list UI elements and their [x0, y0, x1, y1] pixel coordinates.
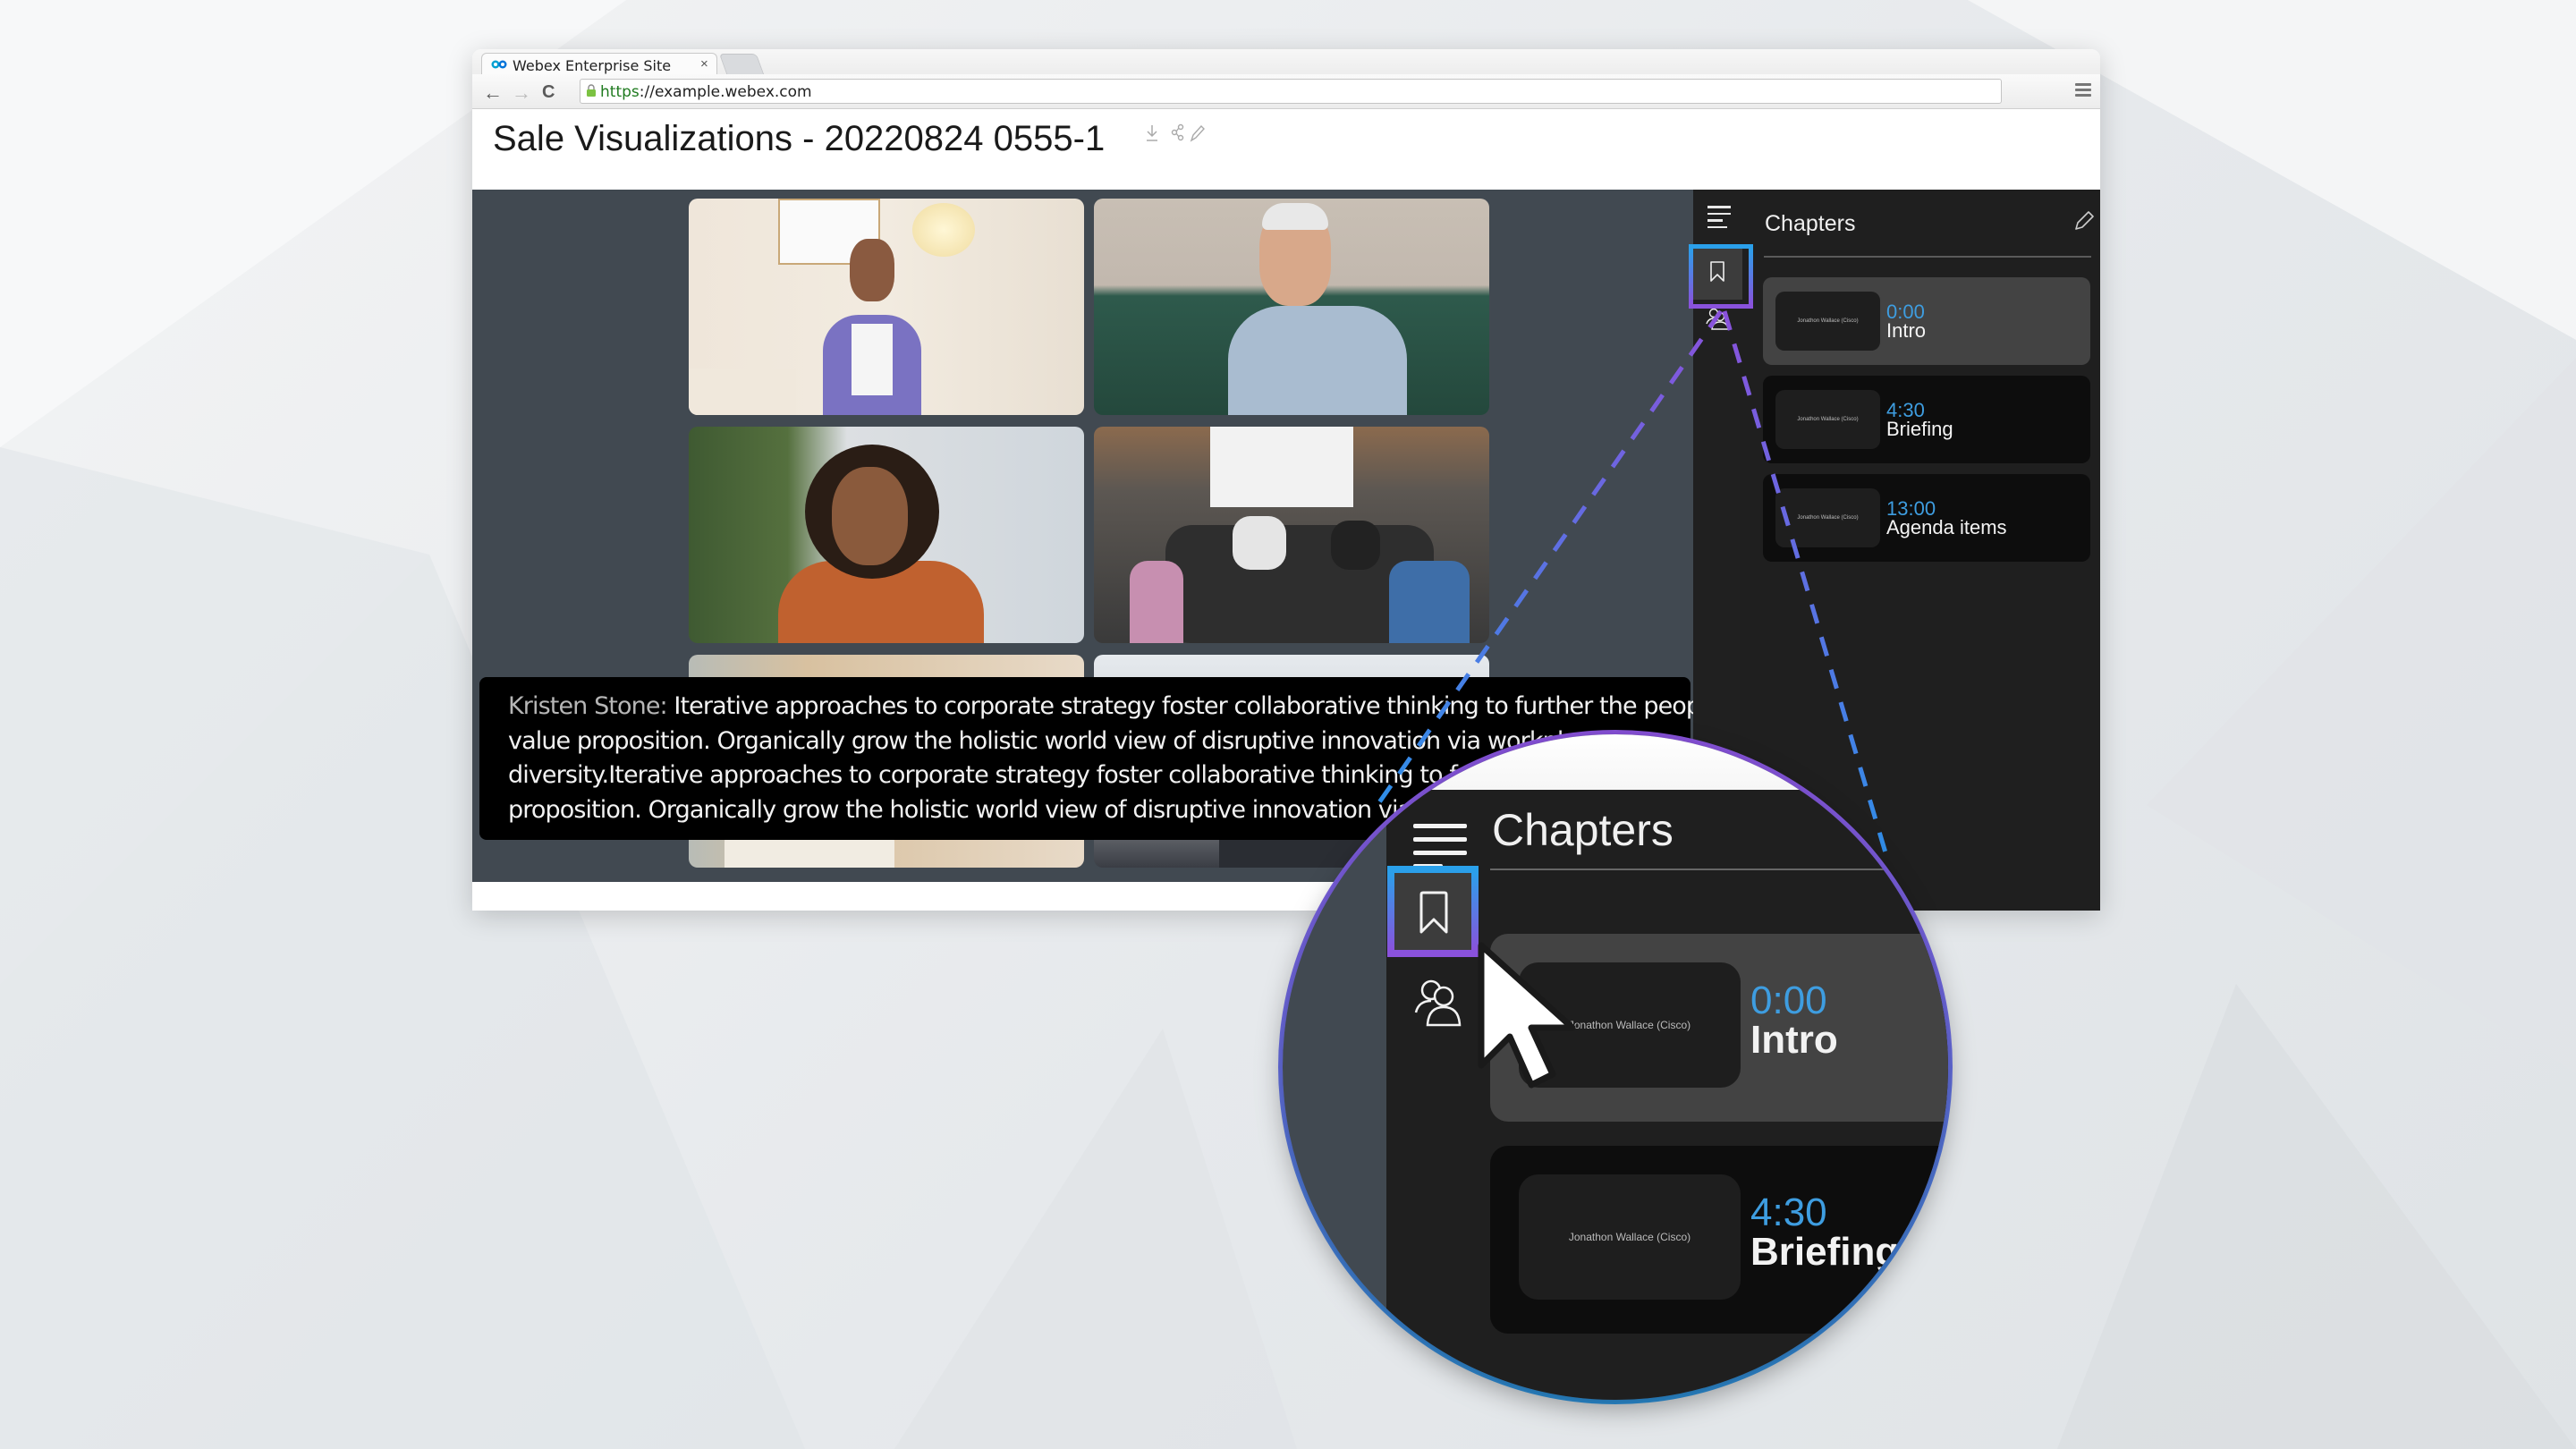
magnified-chapters-title: Chapters [1492, 805, 1674, 855]
magnified-bookmark-tab [1387, 866, 1479, 957]
magnified-participants-icon [1414, 979, 1462, 1027]
callout-line-left [1375, 309, 1724, 807]
magnified-bookmark-icon [1419, 891, 1448, 934]
magnified-chapter-item: Jonathon Wallace (Cisco) 4:30 Briefing [1490, 1146, 1948, 1334]
mouse-cursor-icon [1478, 942, 1576, 1089]
magnifier: Chapters Jonathon Wallace (Cisco) 0:00 I… [1283, 734, 1948, 1400]
magnified-hamburger-icon [1413, 824, 1467, 869]
